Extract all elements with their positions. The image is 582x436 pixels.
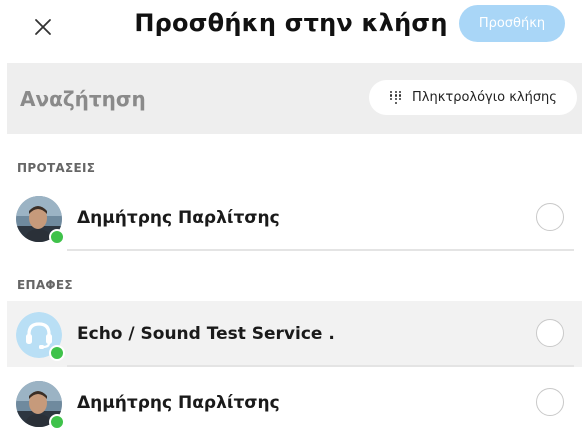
add-button[interactable]: Προσθήκη (459, 5, 565, 42)
section-header-contacts: ΕΠΑΦΕΣ (17, 278, 73, 292)
divider (67, 249, 574, 251)
dialpad-button[interactable]: Πληκτρολόγιο κλήσης (369, 80, 577, 115)
divider (67, 365, 574, 367)
select-checkbox[interactable] (536, 388, 564, 416)
add-to-call-dialog: Προσθήκη στην κλήση Προσθήκη Αναζήτηση Π… (0, 0, 582, 436)
presence-indicator (49, 229, 65, 245)
search-bar[interactable]: Αναζήτηση Πληκτρολόγιο κλήσης (7, 63, 582, 134)
avatar (16, 196, 65, 245)
close-icon[interactable] (34, 18, 52, 36)
presence-indicator (49, 414, 65, 430)
dialpad-label: Πληκτρολόγιο κλήσης (412, 90, 557, 105)
avatar (16, 381, 65, 430)
dialpad-icon (390, 90, 402, 105)
select-checkbox[interactable] (536, 203, 564, 231)
dialog-header: Προσθήκη στην κλήση Προσθήκη (0, 0, 582, 56)
section-header-suggestions: ΠΡΟΤΑΣΕΙΣ (17, 161, 96, 175)
contact-row[interactable]: Δημήτρης Παρλίτσης (7, 370, 582, 436)
close-button[interactable] (28, 12, 58, 42)
search-input[interactable]: Αναζήτηση (20, 87, 146, 111)
contact-row[interactable]: Δημήτρης Παρλίτσης (7, 185, 582, 251)
presence-indicator (49, 345, 65, 361)
contact-name: Δημήτρης Παρλίτσης (77, 208, 280, 228)
contact-name: Echo / Sound Test Service . (77, 324, 335, 344)
avatar (16, 312, 65, 361)
contact-row[interactable]: Echo / Sound Test Service . (7, 301, 582, 367)
select-checkbox[interactable] (536, 319, 564, 347)
contact-name: Δημήτρης Παρλίτσης (77, 393, 280, 413)
